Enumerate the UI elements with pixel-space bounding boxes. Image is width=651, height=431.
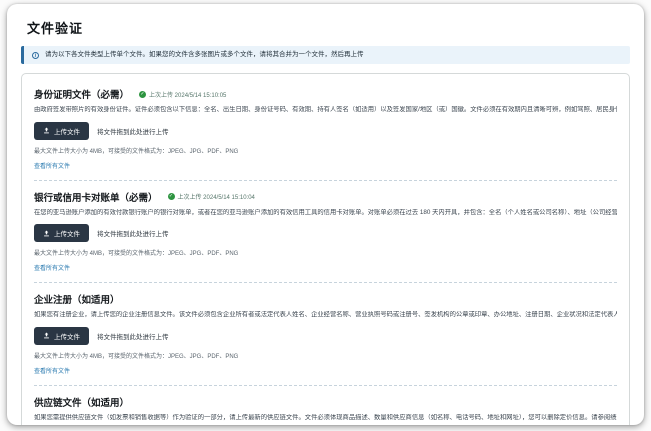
file-size-note: 最大文件上传大小为 4MB，可接受的文件格式为：JPEG、JPG、PDF、PNG: [34, 146, 617, 155]
view-all-files-link[interactable]: 查看所有文件: [34, 263, 70, 272]
section-title: 身份证明文件（必需）: [34, 87, 129, 101]
upload-icon: [43, 332, 50, 339]
top-info-banner-text: 请为以下各文件类型上传单个文件。如果您的文件含多张图片或多个文件，请将其合并为一…: [45, 51, 364, 59]
upload-file-button[interactable]: 上传文件: [34, 327, 89, 345]
section-supply-chain: 供应链文件（如适用） 如果您需提供供应链文件（如发票和销售收据等）作为验证的一部…: [34, 386, 617, 425]
upload-button-label: 上传文件: [54, 331, 80, 341]
section-business-registration: 企业注册（如适用） 如果您有注册企业，请上传您的企业注册信息文件。该文件必须包含…: [34, 283, 617, 386]
upload-row: 上传文件 将文件拖到此处进行上传: [34, 224, 617, 242]
section-description: 由政府签发带照片的有效身份证件。证件必须包含以下信息：全名、出生日期、身份证号码…: [34, 106, 617, 115]
upload-file-button[interactable]: 上传文件: [34, 122, 89, 140]
section-title: 企业注册（如适用）: [34, 292, 120, 306]
section-description: 如果您有注册企业，请上传您的企业注册信息文件。该文件必须包含企业所有者或法定代表…: [34, 311, 617, 320]
drag-drop-hint: 将文件拖到此处进行上传: [97, 228, 169, 238]
section-description: 如果您需提供供应链文件（如发票和销售收据等）作为验证的一部分，请上传最新的供应链…: [34, 414, 617, 423]
section-head: 银行或信用卡对账单（必需） ✓ 上次上传 2024/5/14 15:10:04: [34, 190, 617, 204]
screen: 文件验证 i 请为以下各文件类型上传单个文件。如果您的文件含多张图片或多个文件，…: [0, 0, 651, 431]
file-verification-page: 文件验证 i 请为以下各文件类型上传单个文件。如果您的文件含多张图片或多个文件，…: [7, 4, 644, 425]
info-icon: i: [32, 52, 39, 59]
drag-drop-hint: 将文件拖到此处进行上传: [97, 331, 169, 341]
view-all-files-link[interactable]: 查看所有文件: [34, 366, 70, 375]
upload-row: 上传文件 将文件拖到此处进行上传: [34, 122, 617, 140]
upload-icon: [43, 230, 50, 237]
last-upload-timestamp: 上次上传 2024/5/14 15:10:05: [149, 90, 226, 99]
section-bank-statement: 银行或信用卡对账单（必需） ✓ 上次上传 2024/5/14 15:10:04 …: [34, 181, 617, 284]
section-head: 企业注册（如适用）: [34, 292, 617, 306]
upload-button-label: 上传文件: [54, 228, 80, 238]
section-head: 身份证明文件（必需） ✓ 上次上传 2024/5/14 15:10:05: [34, 87, 617, 101]
top-info-banner: i 请为以下各文件类型上传单个文件。如果您的文件含多张图片或多个文件，请将其合并…: [21, 46, 630, 64]
section-description: 在您的亚马逊账户添加的有效付款银行账户的银行对账单，或者在您的亚马逊账户添加的有…: [34, 209, 617, 218]
upload-button-label: 上传文件: [54, 126, 80, 136]
upload-status-badge: ✓ 上次上传 2024/5/14 15:10:04: [168, 192, 255, 201]
file-size-note: 最大文件上传大小为 4MB，可接受的文件格式为：JPEG、JPG、PDF、PNG: [34, 351, 617, 360]
last-upload-timestamp: 上次上传 2024/5/14 15:10:04: [178, 192, 255, 201]
check-icon: ✓: [139, 91, 146, 98]
page-title: 文件验证: [27, 18, 630, 37]
upload-icon: [43, 127, 50, 134]
check-icon: ✓: [168, 193, 175, 200]
view-all-files-link[interactable]: 查看所有文件: [34, 161, 70, 170]
upload-status-badge: ✓ 上次上传 2024/5/14 15:10:05: [139, 90, 226, 99]
file-size-note: 最大文件上传大小为 4MB，可接受的文件格式为：JPEG、JPG、PDF、PNG: [34, 248, 617, 257]
section-title: 供应链文件（如适用）: [34, 395, 129, 409]
section-title: 银行或信用卡对账单（必需）: [34, 190, 158, 204]
section-head: 供应链文件（如适用）: [34, 395, 617, 409]
section-identity-document: 身份证明文件（必需） ✓ 上次上传 2024/5/14 15:10:05 由政府…: [34, 78, 617, 181]
upload-sections-card: 身份证明文件（必需） ✓ 上次上传 2024/5/14 15:10:05 由政府…: [21, 73, 630, 425]
upload-row: 上传文件 将文件拖到此处进行上传: [34, 327, 617, 345]
drag-drop-hint: 将文件拖到此处进行上传: [97, 126, 169, 136]
upload-file-button[interactable]: 上传文件: [34, 224, 89, 242]
